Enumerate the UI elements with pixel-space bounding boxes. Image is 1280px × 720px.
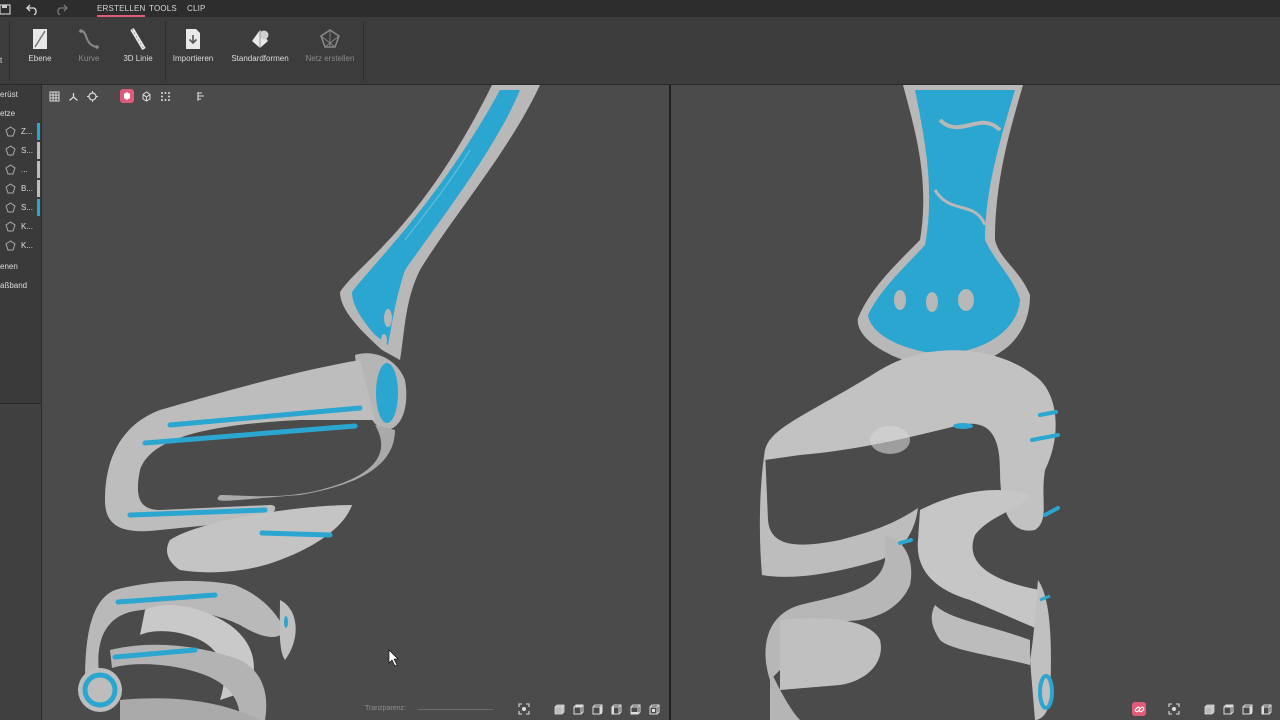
axes-icon[interactable] xyxy=(66,89,80,103)
visibility-indicator xyxy=(37,123,40,140)
view-cube-right-icon[interactable] xyxy=(609,702,623,716)
target-icon[interactable] xyxy=(85,89,99,103)
view-cube-top-icon[interactable] xyxy=(628,702,642,716)
visibility-indicator xyxy=(37,142,40,159)
save-icon[interactable] xyxy=(0,0,12,17)
mouse-cursor xyxy=(388,649,399,667)
list-item[interactable]: K... xyxy=(0,217,41,236)
view-cube-back-icon[interactable] xyxy=(1221,702,1235,716)
mesh-icon xyxy=(5,126,16,137)
plane-icon xyxy=(33,29,47,49)
3d-line-icon xyxy=(130,27,146,51)
visibility-indicator xyxy=(37,180,40,197)
model-render-left[interactable] xyxy=(42,85,669,720)
3d-linie-button[interactable]: 3D Linie xyxy=(107,25,169,81)
redo-icon[interactable] xyxy=(53,0,69,17)
tab-erstellen[interactable]: ERSTELLEN xyxy=(97,0,146,17)
solid-shading-icon[interactable] xyxy=(120,89,134,103)
undo-icon[interactable] xyxy=(25,0,41,17)
view-cube-left-icon[interactable] xyxy=(1240,702,1254,716)
view-cube-back-icon[interactable] xyxy=(571,702,585,716)
mesh-icon xyxy=(5,221,16,232)
mesh-icon xyxy=(5,164,16,175)
mesh-icon xyxy=(5,145,16,156)
section-massband[interactable]: aßband xyxy=(0,281,27,290)
fit-view-icon[interactable] xyxy=(517,702,531,716)
link-views-icon[interactable] xyxy=(1132,702,1146,716)
viewport-left[interactable]: Tranzparenz: xyxy=(42,85,669,720)
list-item[interactable]: S... xyxy=(0,141,41,160)
ribbon-toolbar: t Ebene Kurve 3D Linie Importieren Stand… xyxy=(0,17,1280,85)
grid-icon[interactable] xyxy=(47,89,61,103)
mesh-icon xyxy=(5,202,16,213)
importieren-button[interactable]: Importieren xyxy=(162,25,224,81)
view-cube-bottom-icon[interactable] xyxy=(647,702,661,716)
transparency-label: Tranzparenz: xyxy=(365,705,406,712)
properties-panel xyxy=(0,404,42,720)
standardformen-button[interactable]: Standardformen xyxy=(229,25,291,81)
list-item[interactable]: Z... xyxy=(0,122,41,141)
model-render-right[interactable] xyxy=(671,85,1280,720)
scene-tree-panel: erüst etze Z... S... ... B... S... K... … xyxy=(0,85,42,404)
standard-shapes-icon xyxy=(252,30,269,48)
list-item[interactable]: B... xyxy=(0,179,41,198)
mesh-icon xyxy=(5,183,16,194)
view-cube-left-icon[interactable] xyxy=(590,702,604,716)
list-item[interactable]: K... xyxy=(0,236,41,255)
netz-erstellen-button[interactable]: Netz erstellen xyxy=(299,25,361,81)
view-cube-front-icon[interactable] xyxy=(552,702,566,716)
section-netze[interactable]: etze xyxy=(0,109,15,118)
visibility-indicator xyxy=(37,161,40,178)
tab-tools[interactable]: TOOLS xyxy=(149,0,177,17)
view-cube-right-icon[interactable] xyxy=(1259,702,1273,716)
viewport-right[interactable] xyxy=(671,85,1280,720)
import-icon xyxy=(186,29,200,49)
mesh-icon xyxy=(5,240,16,251)
clip-tool-icon[interactable] xyxy=(193,89,207,103)
create-mesh-icon xyxy=(320,29,340,48)
transparency-slider[interactable] xyxy=(418,709,493,710)
fit-view-icon[interactable] xyxy=(1167,702,1181,716)
ribbon-separator xyxy=(363,21,364,81)
curve-icon xyxy=(79,29,99,49)
section-geruest[interactable]: erüst xyxy=(0,90,18,99)
cut-off-button-label: t xyxy=(0,56,3,65)
view-cube-front-icon[interactable] xyxy=(1202,702,1216,716)
list-item[interactable]: ... xyxy=(0,160,41,179)
points-shading-icon[interactable] xyxy=(158,89,172,103)
section-ebenen[interactable]: enen xyxy=(0,262,18,271)
visibility-indicator xyxy=(37,199,40,216)
list-item[interactable]: S... xyxy=(0,198,41,217)
wireframe-shading-icon[interactable] xyxy=(139,89,153,103)
title-bar: ERSTELLEN TOOLS CLIP xyxy=(0,0,1280,17)
tab-clip[interactable]: CLIP xyxy=(187,0,206,17)
